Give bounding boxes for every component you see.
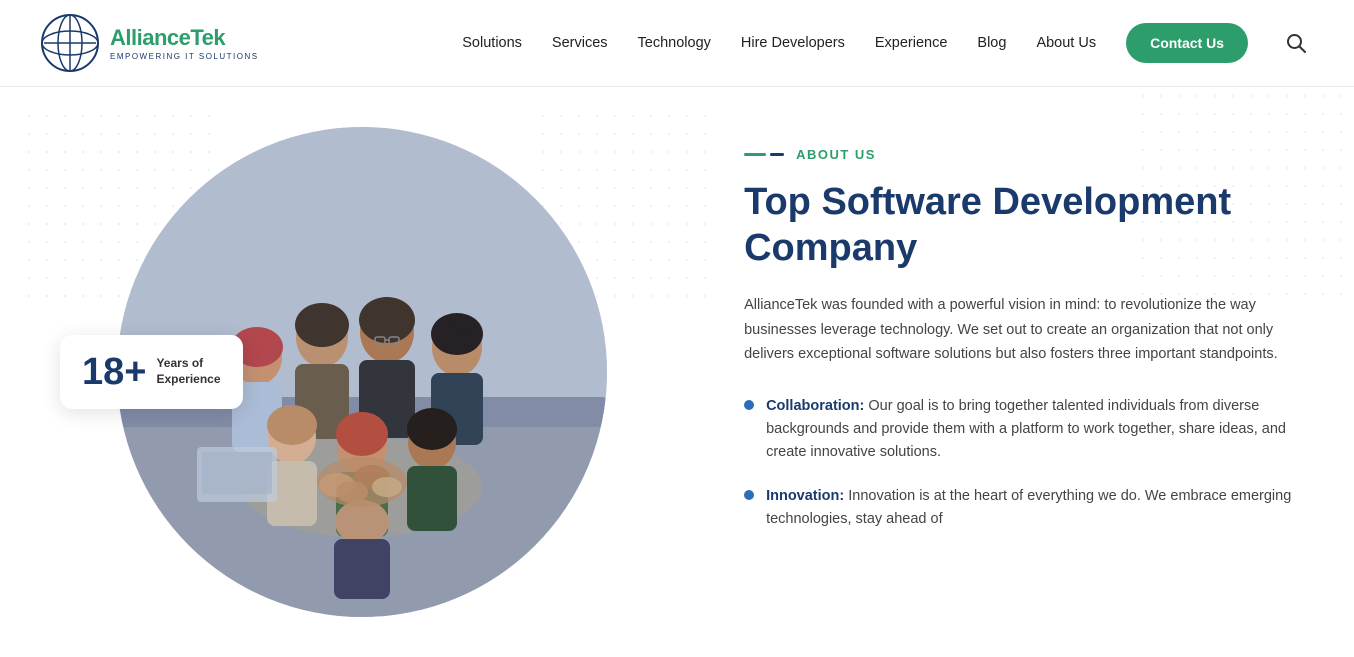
nav-hire-developers[interactable]: Hire Developers <box>741 35 845 51</box>
nav-about-us[interactable]: About Us <box>1036 35 1096 51</box>
right-section: ABOUT US Top Software Development Compan… <box>704 87 1354 657</box>
label-line <box>744 153 784 156</box>
logo-icon <box>40 13 100 73</box>
about-us-label: ABOUT US <box>796 147 876 162</box>
logo[interactable]: AllianceTek EMPOWERING IT SOLUTIONS <box>40 13 259 73</box>
experience-badge: 18+ Years of Experience <box>60 335 243 409</box>
header: AllianceTek EMPOWERING IT SOLUTIONS Solu… <box>0 0 1354 87</box>
bullet-text-collaboration: Collaboration: Our goal is to bring toge… <box>766 395 1294 465</box>
main-heading: Top Software Development Company <box>744 180 1294 271</box>
logo-tagline: EMPOWERING IT SOLUTIONS <box>110 52 259 61</box>
logo-brand: AllianceTek <box>110 25 259 51</box>
nav-blog[interactable]: Blog <box>977 35 1006 51</box>
bullet-list: Collaboration: Our goal is to bring toge… <box>744 395 1294 531</box>
bullet-item-collaboration: Collaboration: Our goal is to bring toge… <box>744 395 1294 465</box>
bullet-text-innovation: Innovation: Innovation is at the heart o… <box>766 485 1294 531</box>
experience-number: 18+ <box>82 353 146 391</box>
bullet-dot-innovation <box>744 490 754 500</box>
main-nav: Solutions Services Technology Hire Devel… <box>462 23 1314 63</box>
line-dark <box>770 153 784 156</box>
nav-solutions[interactable]: Solutions <box>462 35 522 51</box>
left-section: 18+ Years of Experience <box>0 87 704 657</box>
nav-technology[interactable]: Technology <box>638 35 711 51</box>
contact-button[interactable]: Contact Us <box>1126 23 1248 63</box>
search-button[interactable] <box>1278 25 1314 61</box>
main-content: 18+ Years of Experience <box>0 87 1354 657</box>
search-icon <box>1286 33 1306 53</box>
line-green <box>744 153 766 156</box>
bullet-item-innovation: Innovation: Innovation is at the heart o… <box>744 485 1294 531</box>
nav-experience[interactable]: Experience <box>875 35 948 51</box>
experience-text: Years of Experience <box>156 356 220 387</box>
logo-text: AllianceTek EMPOWERING IT SOLUTIONS <box>110 25 259 61</box>
nav-services[interactable]: Services <box>552 35 608 51</box>
bullet-dot-collaboration <box>744 400 754 410</box>
description-text: AllianceTek was founded with a powerful … <box>744 293 1294 367</box>
section-label: ABOUT US <box>744 147 1294 162</box>
